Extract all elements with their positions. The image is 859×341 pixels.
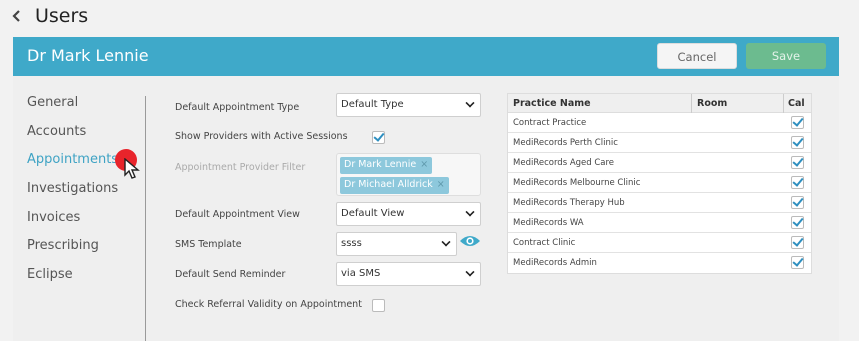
default-appointment-type-value: Default Type — [341, 99, 404, 110]
sms-template-value: ssss — [341, 238, 362, 249]
referral-validity-checkbox[interactable] — [372, 299, 385, 312]
table-row: MediRecords Aged Care — [508, 153, 811, 173]
checkmark-icon — [792, 195, 804, 207]
practice-name-cell: Contract Practice — [513, 118, 587, 128]
checkmark-icon — [792, 215, 804, 227]
settings-panel: General Accounts Appointments Investigat… — [13, 76, 839, 341]
room-header[interactable]: Room — [697, 98, 727, 109]
provider-filter-label: Appointment Provider Filter — [175, 162, 306, 173]
nav-divider — [145, 96, 146, 341]
user-name-title: Dr Mark Lennie — [27, 46, 149, 65]
practice-name-cell: MediRecords Admin — [513, 258, 597, 268]
default-appointment-type-select[interactable]: Default Type — [336, 93, 481, 117]
cal-checkbox[interactable] — [791, 135, 804, 149]
chevron-left-icon[interactable] — [12, 9, 26, 27]
send-reminder-label: Default Send Reminder — [175, 269, 286, 280]
provider-filter-multiselect[interactable]: Dr Mark Lennie × Dr Michael Alldrick × — [336, 153, 481, 196]
practice-name-header[interactable]: Practice Name — [513, 98, 591, 109]
nav-item-eclipse[interactable]: Eclipse — [27, 266, 147, 295]
checkmark-icon — [373, 130, 385, 142]
practice-table: Practice Name Room Cal Contract Practice… — [507, 93, 812, 274]
table-row: Contract Clinic — [508, 233, 811, 253]
mouse-pointer-icon — [124, 158, 140, 179]
chevron-down-icon — [465, 98, 475, 108]
practice-name-cell: Contract Clinic — [513, 238, 576, 248]
cal-checkbox[interactable] — [791, 115, 804, 129]
provider-tag: Dr Michael Alldrick × — [340, 177, 449, 194]
nav-item-invoices[interactable]: Invoices — [27, 209, 147, 238]
provider-tag: Dr Mark Lennie × — [340, 157, 433, 174]
sms-template-label: SMS Template — [175, 239, 242, 250]
table-row: MediRecords WA — [508, 213, 811, 233]
column-divider — [783, 94, 784, 113]
practice-name-cell: MediRecords Melbourne Clinic — [513, 178, 641, 188]
practice-name-cell: MediRecords WA — [513, 218, 584, 228]
settings-nav: General Accounts Appointments Investigat… — [27, 94, 147, 295]
remove-tag-icon[interactable]: × — [437, 179, 445, 190]
checkmark-icon — [792, 255, 804, 267]
nav-item-general[interactable]: General — [27, 94, 147, 123]
default-view-select[interactable]: Default View — [336, 202, 481, 226]
nav-item-accounts[interactable]: Accounts — [27, 123, 147, 152]
user-header: Dr Mark Lennie Cancel Save — [13, 37, 839, 76]
sms-template-select[interactable]: ssss — [336, 232, 457, 256]
table-row: MediRecords Admin — [508, 253, 811, 273]
checkmark-icon — [792, 175, 804, 187]
chevron-down-icon — [465, 267, 475, 277]
cal-checkbox[interactable] — [791, 235, 804, 249]
show-providers-checkbox[interactable] — [372, 130, 385, 144]
chevron-down-icon — [465, 207, 475, 217]
table-header: Practice Name Room Cal — [508, 94, 811, 113]
provider-tag-label: Dr Michael Alldrick — [344, 179, 433, 190]
practice-name-cell: MediRecords Therapy Hub — [513, 198, 625, 208]
remove-tag-icon[interactable]: × — [420, 159, 428, 170]
checkmark-icon — [792, 155, 804, 167]
table-row: MediRecords Therapy Hub — [508, 193, 811, 213]
top-bar: Users — [0, 0, 859, 36]
referral-validity-label: Check Referral Validity on Appointment — [175, 299, 362, 310]
table-row: MediRecords Perth Clinic — [508, 133, 811, 153]
send-reminder-value: via SMS — [341, 268, 381, 279]
cal-checkbox[interactable] — [791, 155, 804, 169]
practice-name-cell: MediRecords Perth Clinic — [513, 138, 618, 148]
table-row: MediRecords Melbourne Clinic — [508, 173, 811, 193]
default-appointment-type-label: Default Appointment Type — [175, 102, 300, 113]
send-reminder-select[interactable]: via SMS — [336, 262, 481, 286]
cal-checkbox[interactable] — [791, 195, 804, 209]
cal-checkbox[interactable] — [791, 175, 804, 189]
checkmark-icon — [792, 235, 804, 247]
table-row: Contract Practice — [508, 113, 811, 133]
provider-tag-label: Dr Mark Lennie — [344, 159, 417, 170]
cancel-button[interactable]: Cancel — [657, 43, 737, 69]
checkmark-icon — [792, 135, 804, 147]
column-divider — [691, 94, 692, 113]
default-view-value: Default View — [341, 208, 405, 219]
practice-name-cell: MediRecords Aged Care — [513, 158, 615, 168]
eye-icon[interactable] — [459, 234, 481, 248]
checkmark-icon — [792, 115, 804, 127]
cal-checkbox[interactable] — [791, 255, 804, 269]
page-title: Users — [35, 5, 89, 27]
nav-item-prescribing[interactable]: Prescribing — [27, 237, 147, 266]
chevron-down-icon — [441, 237, 451, 247]
cal-checkbox[interactable] — [791, 215, 804, 229]
cal-header[interactable]: Cal — [788, 98, 805, 109]
default-view-label: Default Appointment View — [175, 209, 300, 220]
show-providers-label: Show Providers with Active Sessions — [175, 131, 348, 142]
save-button[interactable]: Save — [746, 43, 826, 69]
nav-item-investigations[interactable]: Investigations — [27, 180, 147, 209]
